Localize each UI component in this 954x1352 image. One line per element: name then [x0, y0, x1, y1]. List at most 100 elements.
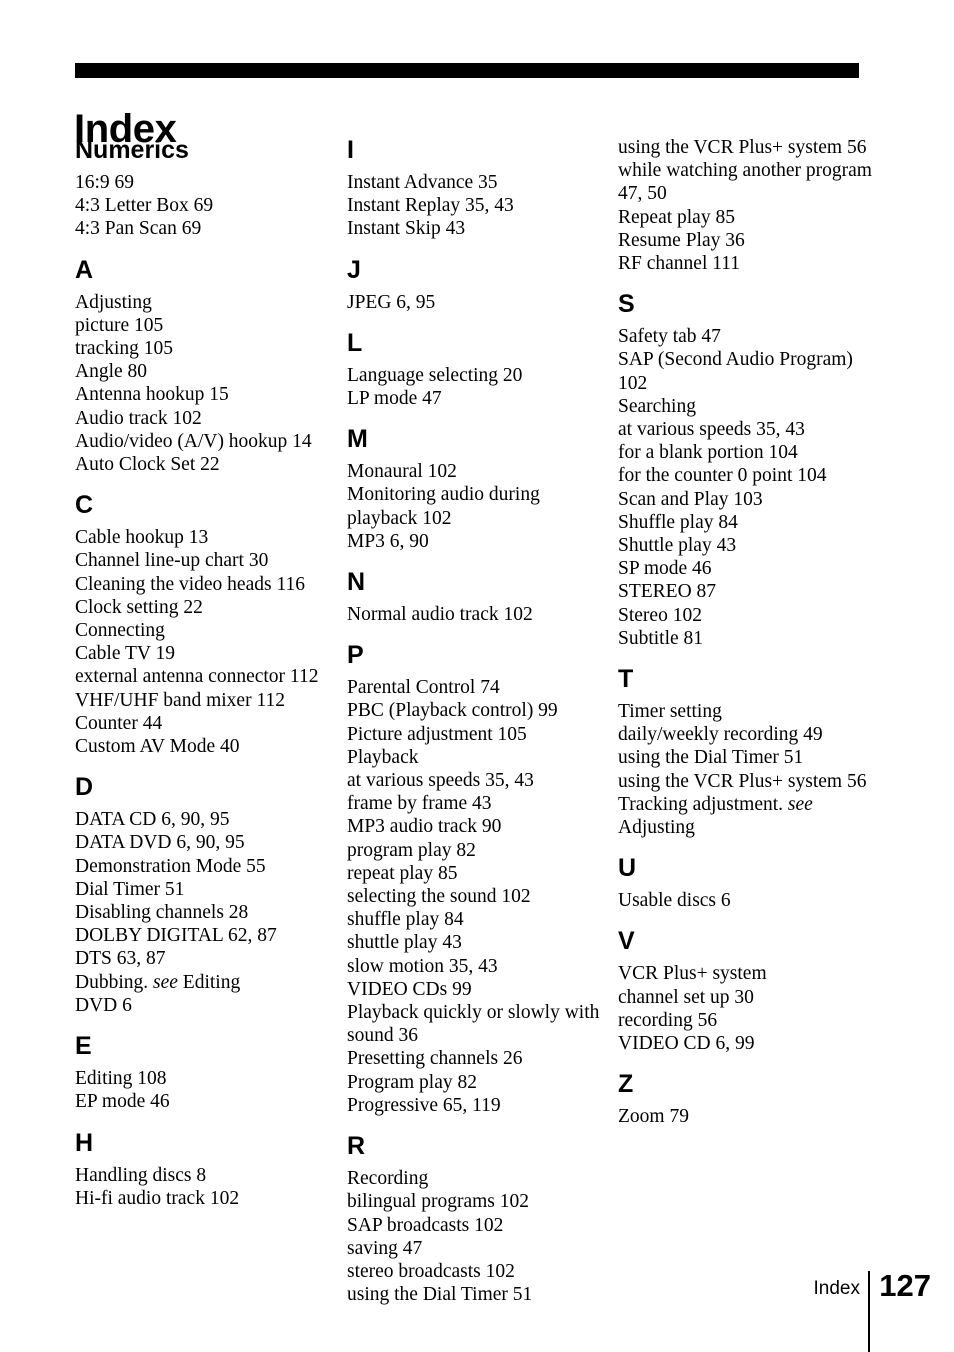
index-entry[interactable]: Disabling channels 28: [75, 901, 337, 924]
index-subentry[interactable]: SAP broadcasts 102: [347, 1214, 609, 1237]
index-entry[interactable]: Hi-fi audio track 102: [75, 1187, 337, 1210]
index-entry[interactable]: Audio track 102: [75, 407, 337, 430]
index-subentry[interactable]: VIDEO CDs 99: [347, 978, 609, 1001]
index-subentry[interactable]: shuffle play 84: [347, 908, 609, 931]
index-group: V VCR Plus+ system channel set up 30 record…: [618, 927, 880, 1055]
column-2: I Instant Advance 35 Instant Replay 35, 43…: [347, 136, 609, 1306]
index-entry[interactable]: Connecting: [75, 619, 337, 642]
index-entry[interactable]: DATA CD 6, 90, 95: [75, 808, 337, 831]
index-subentry[interactable]: saving 47: [347, 1237, 609, 1260]
index-entry[interactable]: Picture adjustment 105: [347, 723, 609, 746]
index-subentry[interactable]: VHF/UHF band mixer 112: [75, 689, 337, 712]
index-entry[interactable]: DATA DVD 6, 90, 95: [75, 831, 337, 854]
index-entry[interactable]: SP mode 46: [618, 557, 880, 580]
index-subentry[interactable]: external antenna connector 112: [75, 665, 337, 688]
index-entry[interactable]: Searching: [618, 395, 880, 418]
index-subentry[interactable]: for a blank portion 104: [618, 441, 880, 464]
index-entry[interactable]: EP mode 46: [75, 1090, 337, 1113]
index-subentry[interactable]: MP3 audio track 90: [347, 815, 609, 838]
index-entry[interactable]: Safety tab 47: [618, 325, 880, 348]
index-subentry[interactable]: while watching another program 47, 50: [618, 159, 880, 205]
index-subentry[interactable]: at various speeds 35, 43: [618, 418, 880, 441]
index-subentry[interactable]: shuttle play 43: [347, 931, 609, 954]
index-entry[interactable]: SAP (Second Audio Program) 102: [618, 348, 880, 394]
index-subentry[interactable]: picture 105: [75, 314, 337, 337]
index-entry[interactable]: Subtitle 81: [618, 627, 880, 650]
index-entry[interactable]: Normal audio track 102: [347, 603, 609, 626]
index-subentry[interactable]: slow motion 35, 43: [347, 955, 609, 978]
index-subentry[interactable]: frame by frame 43: [347, 792, 609, 815]
index-entry[interactable]: 4:3 Letter Box 69: [75, 194, 337, 217]
index-entry[interactable]: RF channel 111: [618, 252, 880, 275]
index-entry[interactable]: Cable hookup 13: [75, 526, 337, 549]
index-entry[interactable]: Custom AV Mode 40: [75, 735, 337, 758]
index-subentry[interactable]: at various speeds 35, 43: [347, 769, 609, 792]
index-subentry[interactable]: using the Dial Timer 51: [347, 1283, 609, 1306]
index-entry[interactable]: Program play 82: [347, 1071, 609, 1094]
index-entry[interactable]: Stereo 102: [618, 604, 880, 627]
index-subentry[interactable]: Cable TV 19: [75, 642, 337, 665]
index-entry[interactable]: Channel line-up chart 30: [75, 549, 337, 572]
index-entry[interactable]: PBC (Playback control) 99: [347, 699, 609, 722]
index-group: D DATA CD 6, 90, 95 DATA DVD 6, 90, 95 Demo…: [75, 773, 337, 1017]
index-entry[interactable]: Timer setting: [618, 700, 880, 723]
index-entry[interactable]: Language selecting 20: [347, 364, 609, 387]
index-entry[interactable]: Monitoring audio during playback 102: [347, 483, 609, 529]
index-entry[interactable]: Demonstration Mode 55: [75, 855, 337, 878]
index-entry[interactable]: Resume Play 36: [618, 229, 880, 252]
index-subentry[interactable]: recording 56: [618, 1009, 880, 1032]
index-entry[interactable]: Dial Timer 51: [75, 878, 337, 901]
index-subentry[interactable]: bilingual programs 102: [347, 1190, 609, 1213]
index-subentry[interactable]: using the Dial Timer 51: [618, 746, 880, 769]
index-subentry[interactable]: program play 82: [347, 839, 609, 862]
index-entry[interactable]: Cleaning the video heads 116: [75, 573, 337, 596]
index-entry[interactable]: Angle 80: [75, 360, 337, 383]
index-subentry[interactable]: daily/weekly recording 49: [618, 723, 880, 746]
index-entry[interactable]: Antenna hookup 15: [75, 383, 337, 406]
index-entry[interactable]: 4:3 Pan Scan 69: [75, 217, 337, 240]
index-entry[interactable]: Playback quickly or slowly with sound 36: [347, 1001, 609, 1047]
index-entry[interactable]: Handling discs 8: [75, 1164, 337, 1187]
index-entry[interactable]: Dubbing. see Editing: [75, 971, 337, 994]
index-entry[interactable]: Zoom 79: [618, 1105, 880, 1128]
index-entry[interactable]: Auto Clock Set 22: [75, 453, 337, 476]
index-entry[interactable]: Presetting channels 26: [347, 1047, 609, 1070]
index-subentry[interactable]: repeat play 85: [347, 862, 609, 885]
index-entry[interactable]: Shuffle play 84: [618, 511, 880, 534]
index-entry[interactable]: Adjusting: [75, 291, 337, 314]
index-entry[interactable]: Clock setting 22: [75, 596, 337, 619]
index-subentry[interactable]: tracking 105: [75, 337, 337, 360]
index-subentry[interactable]: selecting the sound 102: [347, 885, 609, 908]
index-entry[interactable]: Counter 44: [75, 712, 337, 735]
index-entry[interactable]: LP mode 47: [347, 387, 609, 410]
index-entry[interactable]: Monaural 102: [347, 460, 609, 483]
index-entry[interactable]: Parental Control 74: [347, 676, 609, 699]
index-entry[interactable]: VIDEO CD 6, 99: [618, 1032, 880, 1055]
index-entry[interactable]: Tracking adjustment. see Adjusting: [618, 793, 880, 839]
index-entry[interactable]: Usable discs 6: [618, 889, 880, 912]
index-entry[interactable]: VCR Plus+ system: [618, 962, 880, 985]
index-entry[interactable]: Audio/video (A/V) hookup 14: [75, 430, 337, 453]
index-subentry[interactable]: using the VCR Plus+ system 56: [618, 136, 880, 159]
index-entry[interactable]: Instant Skip 43: [347, 217, 609, 240]
index-entry[interactable]: JPEG 6, 95: [347, 291, 609, 314]
index-entry[interactable]: Repeat play 85: [618, 206, 880, 229]
index-entry[interactable]: Shuttle play 43: [618, 534, 880, 557]
index-entry[interactable]: Instant Replay 35, 43: [347, 194, 609, 217]
index-entry[interactable]: Instant Advance 35: [347, 171, 609, 194]
index-entry[interactable]: STEREO 87: [618, 580, 880, 603]
index-entry[interactable]: Recording: [347, 1167, 609, 1190]
index-entry[interactable]: DTS 63, 87: [75, 947, 337, 970]
index-subentry[interactable]: Scan and Play 103: [618, 488, 880, 511]
index-entry[interactable]: 16:9 69: [75, 171, 337, 194]
index-entry[interactable]: DOLBY DIGITAL 62, 87: [75, 924, 337, 947]
index-subentry[interactable]: stereo broadcasts 102: [347, 1260, 609, 1283]
index-entry[interactable]: MP3 6, 90: [347, 530, 609, 553]
index-subentry[interactable]: using the VCR Plus+ system 56: [618, 770, 880, 793]
index-subentry[interactable]: channel set up 30: [618, 986, 880, 1009]
index-entry[interactable]: Progressive 65, 119: [347, 1094, 609, 1117]
index-entry[interactable]: Editing 108: [75, 1067, 337, 1090]
index-subentry[interactable]: for the counter 0 point 104: [618, 464, 880, 487]
index-entry[interactable]: Playback: [347, 746, 609, 769]
index-entry[interactable]: DVD 6: [75, 994, 337, 1017]
